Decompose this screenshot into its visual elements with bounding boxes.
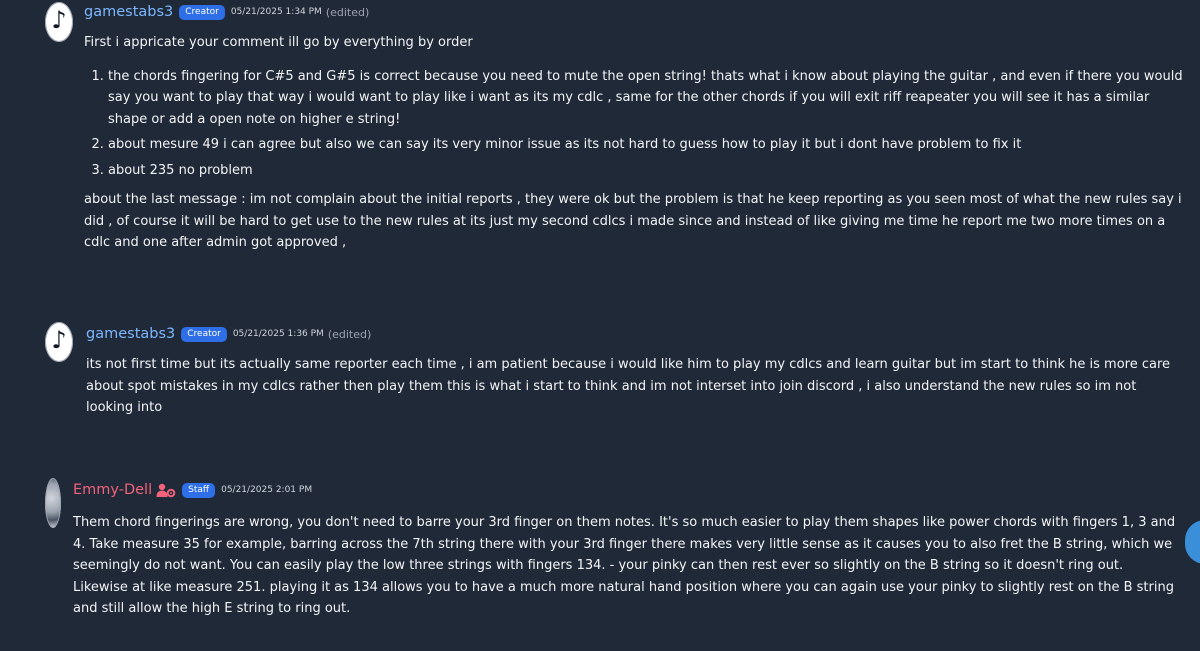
message-outro: about the last message : im not complain… [84, 192, 1182, 250]
message-body: Them chord fingerings are wrong, you don… [73, 515, 1176, 616]
staff-badge: Staff [182, 482, 216, 498]
timestamp: 05/21/2025 1:36 PM [232, 329, 324, 339]
music-note-icon[interactable]: ♪ [45, 2, 73, 42]
list-item: about mesure 49 i can agree but also we … [108, 134, 1184, 156]
creator-badge: Creator [179, 4, 225, 20]
user-gear-icon [156, 483, 176, 498]
username[interactable]: gamestabs3 [86, 326, 175, 342]
message-body: First i appricate your comment ill go by… [84, 32, 1184, 254]
message-header: gamestabs3 Creator 05/21/2025 1:34 PM (e… [84, 4, 369, 20]
timestamp: 05/21/2025 2:01 PM [221, 485, 313, 495]
scroll-button[interactable] [1185, 520, 1200, 564]
message-header: Emmy-Dell Staff 05/21/2025 2:01 PM [73, 482, 312, 498]
edited-label: (edited) [327, 327, 372, 341]
username[interactable]: gamestabs3 [84, 4, 173, 20]
music-note-icon[interactable]: ♪ [45, 322, 73, 362]
timestamp: 05/21/2025 1:34 PM [230, 7, 322, 17]
edited-label: (edited) [325, 5, 370, 19]
disc-avatar[interactable] [45, 478, 61, 528]
message-intro: First i appricate your comment ill go by… [84, 35, 473, 50]
message-list: the chords fingering for C#5 and G#5 is … [84, 66, 1184, 182]
message-header: gamestabs3 Creator 05/21/2025 1:36 PM (e… [86, 326, 371, 342]
username[interactable]: Emmy-Dell [73, 482, 152, 498]
message-body: its not first time but its actually same… [86, 357, 1171, 415]
list-item: about 235 no problem [108, 160, 1184, 182]
creator-badge: Creator [181, 326, 227, 342]
list-item: the chords fingering for C#5 and G#5 is … [108, 66, 1184, 131]
